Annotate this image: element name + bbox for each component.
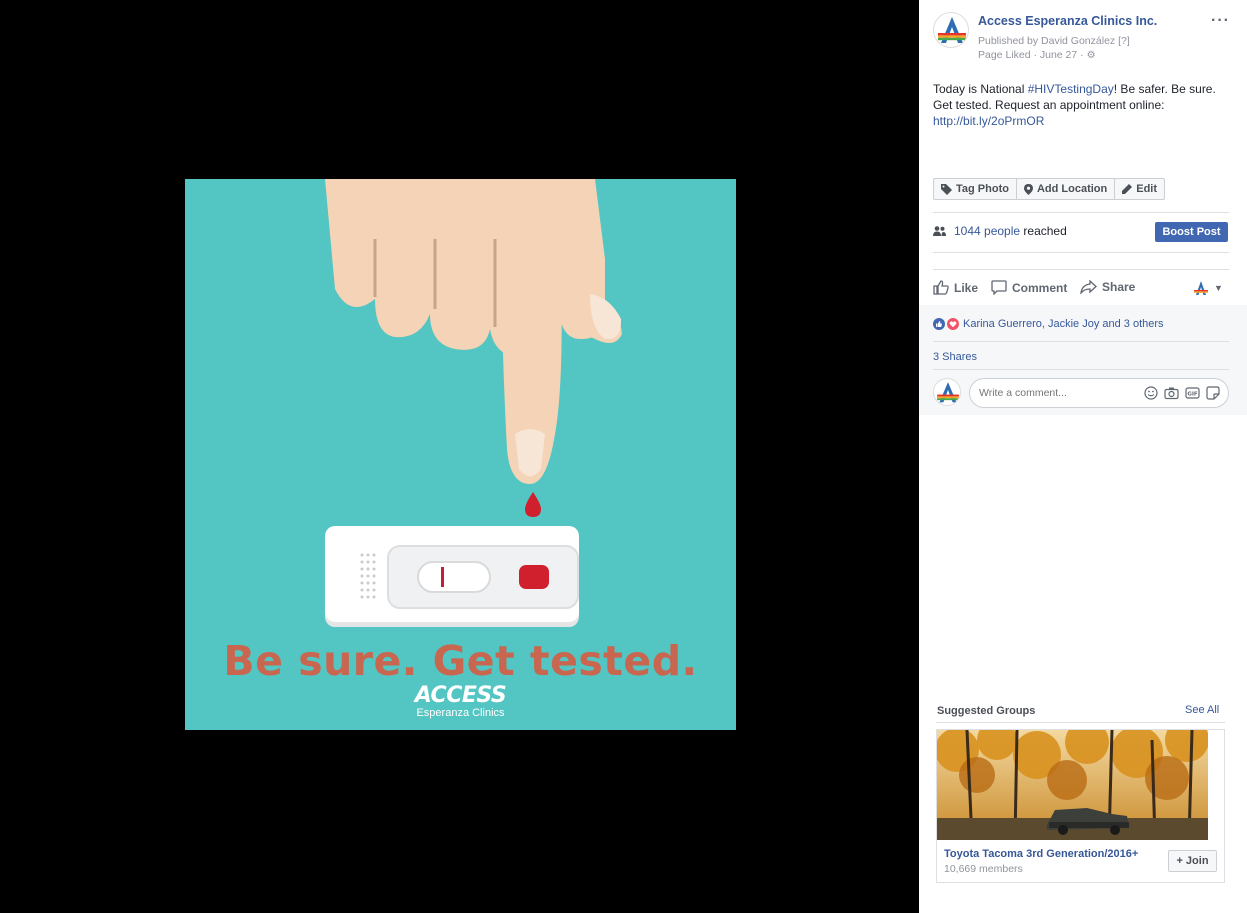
tag-icon — [941, 183, 952, 195]
reach-summary: 1044 people reached — [933, 224, 1067, 238]
post-side-panel: Access Esperanza Clinics Inc. Published … — [919, 0, 1247, 913]
love-reaction-icon — [947, 318, 959, 330]
people-icon — [933, 226, 946, 236]
comment-input[interactable] — [979, 387, 1129, 399]
appointment-link[interactable]: http://bit.ly/2oPrmOR — [933, 114, 1044, 128]
divider — [933, 212, 1229, 213]
add-location-button[interactable]: Add Location — [1017, 179, 1116, 199]
comment-icon — [991, 280, 1007, 295]
autumn-forest-truck-image — [937, 730, 1208, 840]
divider — [933, 341, 1229, 342]
location-pin-icon — [1023, 183, 1033, 195]
suggested-groups-title: Suggested Groups — [937, 705, 1036, 717]
reactors-text: Karina Guerrero, Jackie Joy and 3 others — [963, 318, 1164, 330]
published-by: Published by David González [?] — [978, 35, 1130, 47]
see-all-link[interactable]: See All — [1185, 704, 1219, 716]
reach-suffix: reached — [1020, 224, 1067, 238]
sticker-icon[interactable] — [1206, 386, 1220, 400]
access-logo-icon — [938, 17, 966, 43]
photo-headline: Be sure. Get tested. — [223, 637, 698, 685]
share-icon — [1080, 280, 1097, 294]
comment-button[interactable]: Comment — [991, 280, 1067, 295]
post-meta: Page Liked · June 27 · ⚙ — [978, 49, 1096, 61]
thumbs-up-icon — [933, 280, 949, 295]
gif-icon[interactable]: GIF — [1185, 386, 1200, 400]
more-options-icon[interactable]: ··· — [1211, 12, 1230, 30]
emoji-icon[interactable] — [1144, 386, 1158, 400]
like-reaction-icon — [933, 318, 945, 330]
divider — [936, 722, 1225, 723]
join-group-button[interactable]: + Join — [1168, 850, 1217, 872]
chevron-down-icon: ▼ — [1214, 283, 1223, 293]
photo-toolbar: Tag Photo Add Location Edit — [933, 178, 1166, 200]
shares-count[interactable]: 3 Shares — [933, 351, 977, 363]
camera-icon[interactable] — [1164, 386, 1179, 400]
tag-photo-label: Tag Photo — [956, 183, 1009, 195]
divider — [933, 252, 1229, 253]
post-text: Today is National #HIVTestingDay! Be saf… — [933, 81, 1233, 129]
comment-tools: GIF — [1144, 386, 1220, 400]
divider — [933, 369, 1229, 370]
tag-photo-button[interactable]: Tag Photo — [934, 179, 1017, 199]
svg-text:GIF: GIF — [1187, 392, 1198, 398]
divider — [933, 269, 1229, 270]
post-text-pre: Today is National — [933, 82, 1028, 96]
boost-post-button[interactable]: Boost Post — [1155, 222, 1228, 242]
post-area: Access Esperanza Clinics Inc. Published … — [919, 0, 1247, 305]
edit-label: Edit — [1136, 183, 1158, 195]
suggested-group-card: Toyota Tacoma 3rd Generation/2016+ 10,66… — [936, 729, 1225, 883]
gear-icon[interactable]: ⚙ — [1087, 50, 1096, 61]
reactions-summary[interactable]: Karina Guerrero, Jackie Joy and 3 others — [933, 318, 1164, 330]
photo-logo-subtitle: Esperanza Clinics — [416, 707, 505, 719]
share-button[interactable]: Share — [1080, 280, 1135, 294]
group-members: 10,669 members — [944, 863, 1023, 875]
comment-box: GIF — [969, 378, 1229, 408]
reach-count[interactable]: 1044 people — [954, 224, 1020, 238]
photo-viewer-stage: Be sure. Get tested. ACCESS Esperanza Cl… — [0, 0, 919, 913]
group-cover-image[interactable] — [937, 730, 1208, 840]
post-meta-text: Page Liked · June 27 · — [978, 49, 1084, 61]
edit-button[interactable]: Edit — [1115, 179, 1164, 199]
post-photo[interactable]: Be sure. Get tested. ACCESS Esperanza Cl… — [185, 179, 736, 730]
comment-label: Comment — [1012, 280, 1068, 295]
access-logo-icon — [1194, 281, 1208, 295]
page-avatar[interactable] — [933, 12, 969, 48]
group-name[interactable]: Toyota Tacoma 3rd Generation/2016+ — [944, 848, 1138, 860]
feedback-section: Karina Guerrero, Jackie Joy and 3 others… — [919, 305, 1247, 415]
add-location-label: Add Location — [1036, 183, 1108, 195]
hashtag-link[interactable]: #HIVTestingDay — [1028, 82, 1114, 96]
photo-logo-access: ACCESS — [414, 683, 507, 708]
commenter-avatar — [933, 378, 961, 406]
access-logo-icon — [937, 382, 959, 403]
page-name[interactable]: Access Esperanza Clinics Inc. — [978, 14, 1157, 28]
post-as-selector[interactable]: ▼ — [1193, 280, 1223, 296]
pencil-icon — [1122, 184, 1133, 194]
like-button[interactable]: Like — [933, 280, 978, 295]
share-label: Share — [1102, 280, 1136, 294]
like-label: Like — [954, 280, 979, 295]
